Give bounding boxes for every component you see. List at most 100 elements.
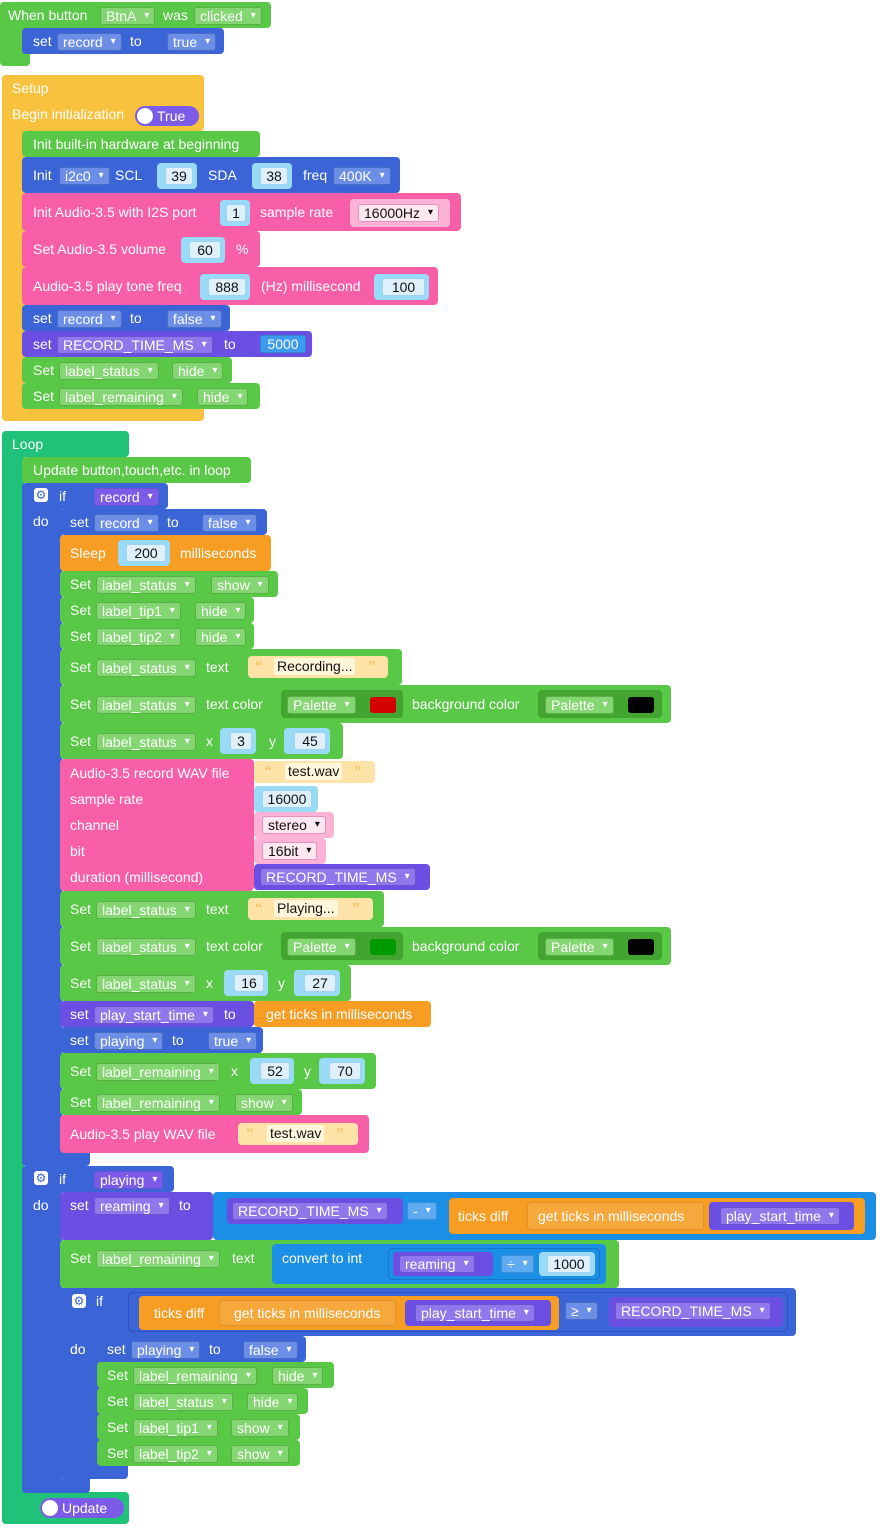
if-record-header[interactable]: ⚙ if record (22, 483, 168, 509)
record-time-var-select[interactable]: RECORD_TIME_MS (232, 1202, 388, 1220)
if-record-frame[interactable] (22, 483, 62, 1165)
compare-block[interactable]: ticks diff get ticks in milliseconds pla… (128, 1292, 788, 1332)
if-playing-header[interactable]: ⚙ if playing (22, 1166, 174, 1192)
hide-select[interactable]: hide (247, 1393, 299, 1411)
status-text-recording-block[interactable]: Set label_status text “ Recording... ” (60, 649, 402, 685)
hide-tip1-block[interactable]: Set label_tip1 hide (60, 597, 254, 623)
channel-select[interactable]: stereo (262, 816, 326, 834)
palette-select[interactable]: Palette (287, 938, 356, 956)
hide-remaining2-block[interactable]: Set label_remaining hide (97, 1362, 334, 1388)
status-xy2-block[interactable]: Set label_status x 16 y 27 (60, 965, 351, 1001)
update-toggle[interactable]: Update (40, 1498, 124, 1518)
set-record-false-block[interactable]: set record to false (22, 305, 230, 331)
freq-select[interactable]: 400K (333, 167, 391, 185)
label-remaining-select[interactable]: label_remaining (96, 1063, 220, 1081)
label-status-select[interactable]: label_status (96, 938, 196, 956)
y-value[interactable]: 27 (304, 974, 336, 992)
black-swatch[interactable] (628, 697, 654, 713)
bit-select[interactable]: 16bit (262, 842, 318, 860)
label-status-select[interactable]: label_status (96, 659, 196, 677)
init-i2c-block[interactable]: Init i2c0 SCL 39 SDA 38 freq 400K (22, 157, 400, 193)
hide-remaining-block[interactable]: Set label_remaining hide (22, 383, 260, 409)
play-wav-block[interactable]: Audio-3.5 play WAV file “ test.wav ” (60, 1115, 369, 1153)
play-start-var-select[interactable]: play_start_time (94, 1006, 214, 1024)
gte-operator-select[interactable]: ≥ (565, 1302, 598, 1320)
ticks-diff-block[interactable]: ticks diff get ticks in milliseconds pla… (139, 1296, 559, 1330)
recording-text[interactable]: Recording... (274, 658, 356, 675)
label-tip2-select[interactable]: label_tip2 (96, 628, 181, 646)
play-file-text[interactable]: test.wav (267, 1125, 325, 1142)
record-wav-block[interactable]: Audio-3.5 record WAV file sample rate ch… (60, 759, 254, 891)
set-playing-false-block[interactable]: set playing to false (97, 1336, 306, 1362)
playing-var-select[interactable]: playing (131, 1341, 201, 1359)
label-tip2-select[interactable]: label_tip2 (133, 1445, 218, 1463)
sleep-block[interactable]: Sleep 200 milliseconds (60, 535, 271, 571)
audio-init-block[interactable]: Init Audio-3.5 with I2S port 1 sample ra… (22, 193, 461, 231)
black-swatch[interactable] (628, 939, 654, 955)
update-block[interactable]: Update button,touch,etc. in loop (22, 457, 251, 483)
show-select[interactable]: show (231, 1419, 289, 1437)
label-status-select[interactable]: label_status (96, 733, 196, 751)
label-status-select[interactable]: label_status (96, 576, 196, 594)
show-select[interactable]: show (211, 576, 269, 594)
scl-value[interactable]: 39 (165, 167, 193, 185)
playing-condition[interactable]: playing (94, 1171, 164, 1189)
label-status-select[interactable]: label_status (96, 696, 196, 714)
loop-header[interactable]: Loop (2, 431, 129, 457)
record-file-string[interactable]: “ test.wav ” (254, 761, 375, 783)
palette-select[interactable]: Palette (287, 696, 356, 714)
port-value[interactable]: 1 (226, 204, 246, 222)
tone-block[interactable]: Audio-3.5 play tone freq 888 (Hz) millis… (22, 267, 438, 305)
show-select[interactable]: show (231, 1445, 289, 1463)
hide-status-block[interactable]: Set label_status hide (22, 357, 232, 383)
subtract-block[interactable]: RECORD_TIME_MS - ticks diff get ticks in… (213, 1192, 876, 1240)
set-record-time-block[interactable]: set RECORD_TIME_MS to 5000 (22, 331, 312, 357)
record-rate-value[interactable]: 16000 (262, 790, 312, 808)
set-play-start-block[interactable]: set play_start_time to (60, 1001, 254, 1027)
label-status-select[interactable]: label_status (59, 362, 159, 380)
hide-select[interactable]: hide (172, 362, 224, 380)
green-swatch[interactable] (370, 939, 396, 955)
hide-select[interactable]: hide (195, 628, 247, 646)
status-text-playing-block[interactable]: Set label_status text “ Playing... ” (60, 891, 384, 927)
set-playing-true-block[interactable]: set playing to true (60, 1027, 263, 1053)
status-xy-block[interactable]: Set label_status x 3 y 45 (60, 723, 343, 759)
show-select[interactable]: show (235, 1094, 293, 1112)
hide-tip2-block[interactable]: Set label_tip2 hide (60, 623, 254, 649)
label-status-select[interactable]: label_status (133, 1393, 233, 1411)
reaming-var-select[interactable]: reaming (399, 1255, 475, 1273)
label-tip1-select[interactable]: label_tip1 (133, 1419, 218, 1437)
show-remaining-block[interactable]: Set label_remaining show (60, 1089, 302, 1115)
divisor-value[interactable]: 1000 (547, 1255, 591, 1273)
x-value[interactable]: 3 (230, 732, 252, 750)
x-value[interactable]: 16 (234, 974, 264, 992)
get-ticks-block[interactable]: get ticks in milliseconds (254, 1001, 431, 1027)
reaming-var-select[interactable]: reaming (94, 1197, 170, 1215)
if-playing-frame[interactable] (22, 1166, 62, 1492)
convert-int-block[interactable]: convert to int reaming ÷ 1000 (272, 1244, 606, 1284)
playing-var-select[interactable]: playing (94, 1032, 164, 1050)
divide-block[interactable]: reaming ÷ 1000 (388, 1248, 600, 1280)
show-tip2-block[interactable]: Set label_tip2 show (97, 1440, 300, 1466)
false-select[interactable]: false (243, 1341, 298, 1359)
tone-ms-value[interactable]: 100 (382, 278, 425, 296)
hide-select[interactable]: hide (197, 388, 249, 406)
set-record-true-block[interactable]: set record to true (22, 28, 224, 54)
set-record-false-block[interactable]: set record to false (60, 509, 267, 535)
record-time-var-select[interactable]: RECORD_TIME_MS (615, 1302, 771, 1320)
playing-string[interactable]: “ Playing... ” (248, 898, 373, 920)
volume-value[interactable]: 60 (189, 241, 221, 259)
when-button-block[interactable]: When button BtnA was clicked (0, 2, 271, 28)
record-time-value[interactable]: 5000 (260, 335, 306, 353)
label-remaining-select[interactable]: label_remaining (96, 1250, 220, 1268)
hide-select[interactable]: hide (195, 602, 247, 620)
divide-operator-select[interactable]: ÷ (501, 1255, 534, 1273)
label-remaining-select[interactable]: label_remaining (59, 388, 183, 406)
true-select[interactable]: true (208, 1032, 258, 1050)
sda-value[interactable]: 38 (260, 167, 288, 185)
record-var-select[interactable]: record (57, 33, 122, 51)
label-remaining-select[interactable]: label_remaining (133, 1367, 257, 1385)
playing-text[interactable]: Playing... (274, 900, 338, 917)
button-select[interactable]: BtnA (100, 7, 156, 25)
y-value[interactable]: 70 (329, 1062, 361, 1080)
